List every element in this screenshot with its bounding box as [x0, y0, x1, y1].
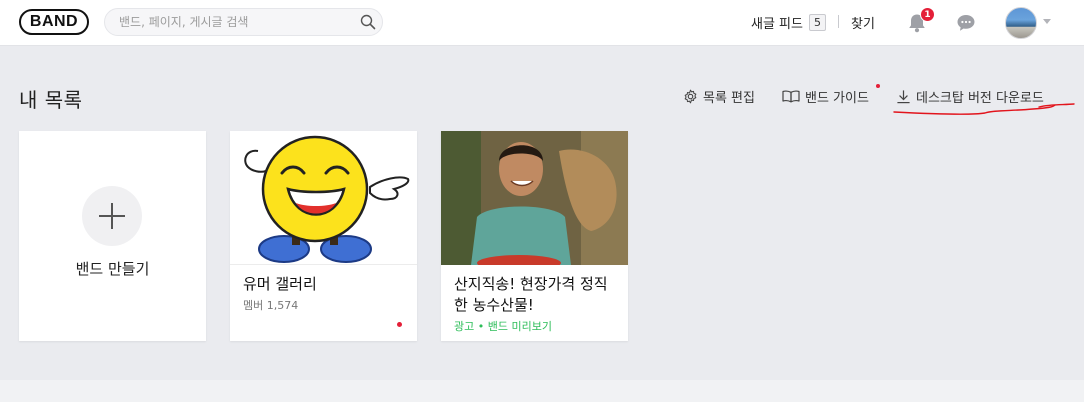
gear-icon	[684, 89, 697, 103]
edit-list-label: 목록 편집	[703, 90, 755, 106]
band-name: 유머 갤러리	[243, 275, 317, 293]
chevron-down-icon[interactable]	[1043, 19, 1051, 24]
search-box[interactable]	[104, 8, 383, 36]
top-header: BAND 새글 피드 5 찾기 1	[0, 0, 1084, 46]
band-guide-label: 밴드 가이드	[805, 90, 869, 106]
ad-title: 산지직송! 현장가격 정직한 농수산물!	[454, 275, 608, 314]
plus-icon	[82, 186, 142, 246]
band-logo[interactable]: BAND	[19, 9, 89, 35]
band-member-count: 멤버 1,574	[243, 299, 299, 312]
page-title: 내 목록	[19, 88, 83, 112]
ad-meta[interactable]: 광고 • 밴드 미리보기	[454, 318, 552, 334]
farmer-photo-illustration	[441, 131, 628, 265]
guide-new-dot	[876, 84, 880, 88]
red-underline-annotation	[893, 103, 1075, 115]
feed-count-badge: 5	[808, 14, 826, 31]
profile-avatar[interactable]	[1005, 7, 1037, 39]
search-icon[interactable]	[360, 14, 376, 30]
band-card-humor-gallery[interactable]: 유머 갤러리 멤버 1,574	[230, 131, 417, 341]
create-band-label: 밴드 만들기	[75, 260, 150, 278]
chat-icon[interactable]	[955, 12, 977, 34]
create-band-card[interactable]: 밴드 만들기	[19, 131, 206, 341]
band-guide-button[interactable]: 밴드 가이드	[782, 86, 869, 106]
find-link[interactable]: 찾기	[851, 13, 875, 32]
footer-area	[0, 380, 1084, 402]
new-post-dot	[397, 322, 402, 327]
band-cover-image	[230, 131, 417, 265]
book-icon	[782, 90, 800, 103]
header-divider	[838, 15, 839, 28]
ad-card-farm-products[interactable]: 산지직송! 현장가격 정직한 농수산물! 광고 • 밴드 미리보기	[441, 131, 628, 341]
search-input[interactable]	[119, 12, 349, 32]
ad-cover-image	[441, 131, 628, 265]
notification-badge: 1	[920, 7, 935, 22]
edit-list-button[interactable]: 목록 편집	[683, 86, 755, 106]
feed-label: 새글 피드	[751, 17, 803, 32]
smiley-cover-illustration	[244, 135, 410, 263]
new-post-feed[interactable]: 새글 피드 5	[751, 13, 826, 32]
